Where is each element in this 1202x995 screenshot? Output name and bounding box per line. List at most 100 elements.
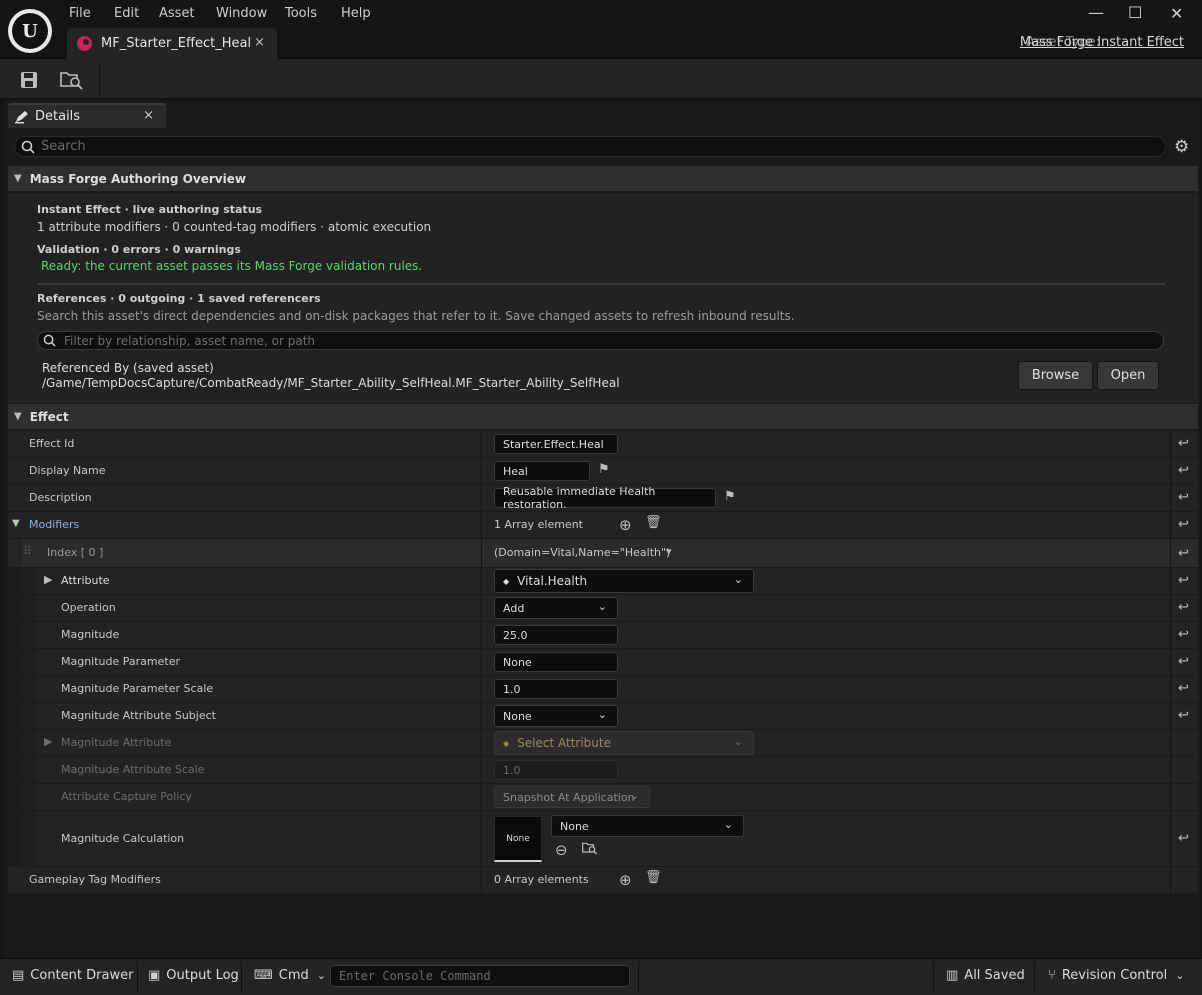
collapse-triangle-icon[interactable]: ▼ <box>14 411 22 422</box>
gameplay-tag-modifiers-count: 0 Array elements <box>494 873 589 886</box>
localization-flag-icon[interactable]: ⚑ <box>724 489 736 504</box>
asset-tab[interactable]: MF_Starter_Effect_Heal × <box>67 28 277 59</box>
description-field[interactable]: Reusable immediate Health restoration. <box>494 485 716 511</box>
effect-category[interactable]: ▼ Effect <box>8 404 1198 430</box>
details-tab[interactable]: Details × <box>8 103 166 128</box>
reset-to-default-icon[interactable]: ↩ <box>1178 708 1189 723</box>
chevron-down-icon: ⌄ <box>597 708 607 721</box>
chevron-down-icon: ⌄ <box>597 600 607 613</box>
revision-control-button[interactable]: ⑂ Revision Control ⌄ <box>1048 968 1185 983</box>
expand-triangle-icon[interactable]: ▶ <box>44 735 52 748</box>
asset-type-link[interactable]: Mass Forge Instant Effect <box>1020 35 1184 50</box>
reset-to-default-icon[interactable]: ↩ <box>1178 831 1189 846</box>
chevron-down-icon[interactable]: ▾ <box>666 545 672 558</box>
add-element-icon[interactable]: ⊕ <box>619 516 632 534</box>
attribute-select-value: Vital.Health <box>517 574 588 588</box>
status-title: Instant Effect · live authoring status <box>37 203 263 216</box>
magnitude-calculation-thumbnail[interactable]: None <box>494 816 542 862</box>
drag-handle-icon[interactable]: ⠿ <box>23 544 32 558</box>
all-saved-button[interactable]: ▥ All Saved <box>946 968 1025 983</box>
menu-edit[interactable]: Edit <box>114 6 139 21</box>
add-element-icon[interactable]: ⊕ <box>619 871 632 889</box>
chevron-down-icon: ⌄ <box>723 818 733 831</box>
browse-button[interactable]: Browse <box>1018 361 1093 390</box>
magnitude-attribute-subject-select[interactable]: None ⌄ <box>494 705 618 727</box>
close-tab-icon[interactable]: × <box>254 35 265 50</box>
collapse-triangle-icon[interactable]: ▼ <box>12 518 20 529</box>
attribute-capture-policy-select[interactable]: Snapshot At Application ⌄ <box>494 786 650 808</box>
reset-to-default-icon[interactable]: ↩ <box>1178 517 1189 532</box>
maximize-icon[interactable]: ☐ <box>1128 3 1142 22</box>
attribute-select[interactable]: ◆ Vital.Health ⌄ <box>494 569 754 593</box>
reset-to-default-icon[interactable]: ↩ <box>1178 490 1189 505</box>
delete-all-icon[interactable]: 🗑 <box>645 870 662 885</box>
all-saved-label: All Saved <box>964 968 1025 983</box>
close-window-icon[interactable]: ✕ <box>1170 4 1183 23</box>
magnitude-attribute-select[interactable]: ◆ Select Attribute ⌄ <box>494 731 754 755</box>
reset-to-default-icon[interactable]: ↩ <box>1178 654 1189 669</box>
description-row: Description Reusable immediate Health re… <box>8 485 1198 512</box>
console-command-box[interactable] <box>330 965 630 987</box>
magnitude-attribute-scale-field[interactable]: 1.0 <box>494 760 618 780</box>
reset-to-default-icon[interactable]: ↩ <box>1178 627 1189 642</box>
magnitude-parameter-label: Magnitude Parameter <box>61 655 181 668</box>
references-text: Search this asset's direct dependencies … <box>37 309 795 323</box>
collapse-triangle-icon[interactable]: ▼ <box>14 173 22 184</box>
browse-to-asset-icon[interactable] <box>58 66 86 94</box>
open-button[interactable]: Open <box>1097 361 1159 390</box>
magnitude-attribute-subject-row: Magnitude Attribute Subject None ⌄ ↩ <box>8 703 1198 730</box>
unreal-logo-icon[interactable]: U <box>8 9 52 53</box>
magnitude-calculation-select[interactable]: None ⌄ <box>551 815 744 837</box>
cmd-dropdown[interactable]: ⌨ Cmd ⌄ <box>254 968 326 983</box>
gameplay-tag-modifiers-row: Gameplay Tag Modifiers 0 Array elements … <box>8 867 1198 894</box>
use-selected-asset-icon[interactable]: ⊖ <box>555 841 568 859</box>
operation-select[interactable]: Add ⌄ <box>494 597 618 619</box>
save-icon[interactable] <box>15 66 43 94</box>
reference-filter-input[interactable] <box>64 333 1144 348</box>
referenced-by-path[interactable]: /Game/TempDocsCapture/CombatReady/MF_Sta… <box>42 376 620 390</box>
console-command-input[interactable] <box>339 969 619 983</box>
index-label: Index [ 0 ] <box>47 546 104 559</box>
menu-window[interactable]: Window <box>216 6 267 21</box>
menu-tools[interactable]: Tools <box>285 6 317 21</box>
menu-asset[interactable]: Asset <box>159 6 195 21</box>
search-icon <box>43 334 56 347</box>
search-input[interactable] <box>41 139 1121 154</box>
browse-asset-icon[interactable] <box>582 841 598 859</box>
magnitude-attribute-value: Select Attribute <box>517 736 611 750</box>
minimize-icon[interactable]: — <box>1088 3 1104 22</box>
effect-id-field[interactable]: Starter.Effect.Heal <box>494 434 618 454</box>
magnitude-parameter-field[interactable]: None <box>494 652 618 672</box>
reset-to-default-icon[interactable]: ↩ <box>1178 573 1189 588</box>
localization-flag-icon[interactable]: ⚑ <box>598 462 610 477</box>
magnitude-label: Magnitude <box>61 628 120 641</box>
output-log-button[interactable]: ▣ Output Log <box>148 968 239 983</box>
magnitude-parameter-scale-field[interactable]: 1.0 <box>494 679 618 699</box>
expand-triangle-icon[interactable]: ▶ <box>44 573 52 586</box>
revision-control-label: Revision Control <box>1061 968 1168 983</box>
content-drawer-label: Content Drawer <box>30 968 134 983</box>
menu-file[interactable]: File <box>69 6 91 21</box>
settings-gear-icon[interactable]: ⚙ <box>1174 137 1189 157</box>
reference-filter[interactable] <box>37 331 1164 350</box>
reset-to-default-icon[interactable]: ↩ <box>1178 463 1189 478</box>
reset-to-default-icon[interactable]: ↩ <box>1178 546 1189 561</box>
content-drawer-button[interactable]: ▤ Content Drawer <box>12 968 133 983</box>
effect-asset-icon <box>77 36 92 51</box>
magnitude-field[interactable]: 25.0 <box>494 625 618 645</box>
overview-category[interactable]: ▼ Mass Forge Authoring Overview <box>8 166 1198 192</box>
menu-help[interactable]: Help <box>341 6 371 21</box>
details-search[interactable] <box>14 136 1166 157</box>
reset-to-default-icon[interactable]: ↩ <box>1178 600 1189 615</box>
delete-all-icon[interactable]: 🗑 <box>645 515 662 530</box>
display-name-row: Display Name Heal ⚑ ↩ <box>8 458 1198 485</box>
reset-to-default-icon[interactable]: ↩ <box>1178 436 1189 451</box>
close-details-icon[interactable]: × <box>143 108 154 123</box>
index-value: (Domain=Vital,Name="Health") <box>494 546 671 559</box>
attribute-label: Attribute <box>61 574 110 587</box>
reset-to-default-icon[interactable]: ↩ <box>1178 681 1189 696</box>
logo-mark: U <box>12 13 48 49</box>
details-tab-label: Details <box>35 109 81 124</box>
display-name-field[interactable]: Heal <box>494 461 590 481</box>
magnitude-attribute-label: Magnitude Attribute <box>61 736 172 749</box>
